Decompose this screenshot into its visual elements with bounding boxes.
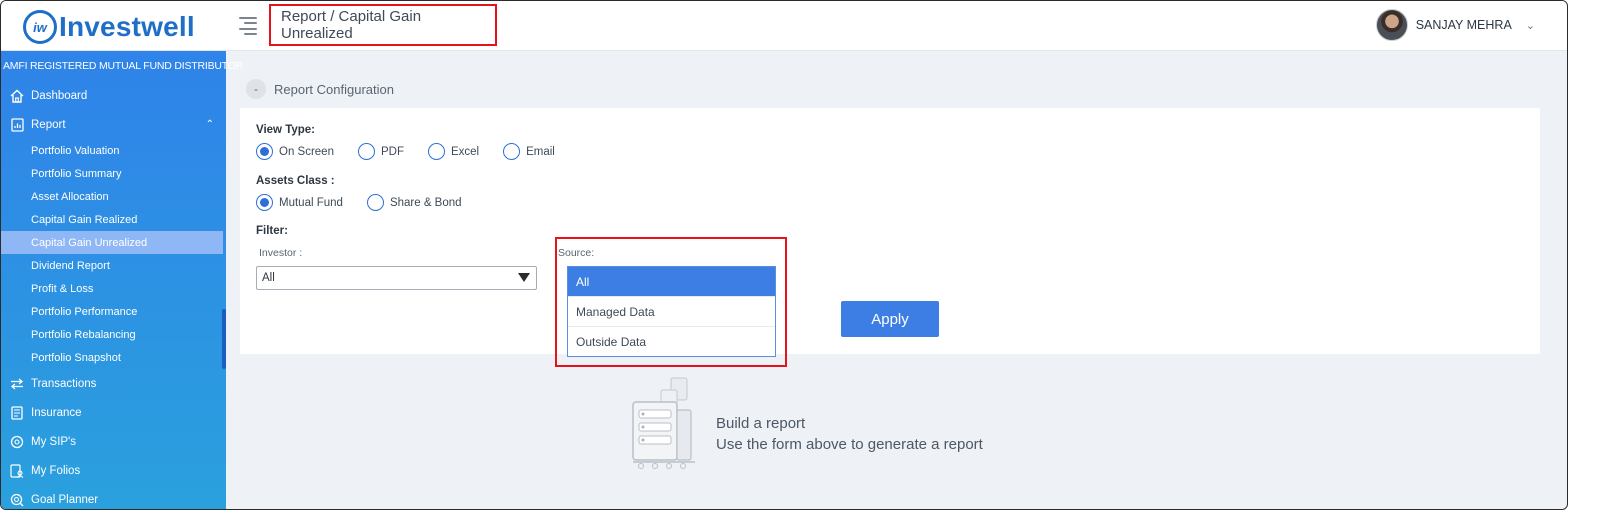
brand-logo[interactable]: iw Investwell (23, 10, 195, 44)
sidebar-item-transactions[interactable]: Transactions (1, 369, 226, 398)
report-config-header[interactable]: - Report Configuration (246, 79, 394, 99)
sidebar: AMFI REGISTERED MUTUAL FUND DISTRIBUTOR … (1, 51, 244, 509)
assets-class-label: Assets Class : (256, 175, 335, 187)
sip-cycle-icon (9, 434, 25, 450)
investor-select-value: All (262, 272, 275, 284)
brand-name: Investwell (59, 11, 195, 42)
report-icon (9, 117, 25, 133)
source-option-all[interactable]: All (568, 267, 775, 297)
sidebar-subitem-portfolio-summary[interactable]: Portfolio Summary (1, 162, 226, 185)
sidebar-subitem-portfolio-rebalancing[interactable]: Portfolio Rebalancing (1, 323, 226, 346)
empty-state-text: Build a report Use the form above to gen… (716, 413, 983, 455)
user-menu[interactable]: SANJAY MEHRA ⌄ (1375, 9, 1535, 41)
assets-class-group: Mutual Fund Share & Bond (256, 194, 486, 211)
top-header: iw Investwell Report / Capital Gain Unre… (1, 1, 1567, 51)
radio-email[interactable]: Email (503, 143, 555, 160)
logo-badge-icon: iw (23, 10, 57, 44)
sidebar-item-report[interactable]: Report ⌃ (1, 110, 226, 139)
sidebar-subitem-capital-gain-unrealized[interactable]: Capital Gain Unrealized (1, 231, 223, 254)
source-option-managed-data[interactable]: Managed Data (568, 297, 775, 327)
sidebar-item-insurance[interactable]: Insurance (1, 398, 226, 427)
radio-share-bond[interactable]: Share & Bond (366, 194, 462, 211)
sidebar-item-label: Insurance (31, 406, 82, 419)
radio-unselected-icon[interactable] (366, 194, 384, 211)
empty-state-subtitle: Use the form above to generate a report (716, 436, 983, 453)
goal-target-icon (9, 492, 25, 508)
apply-button[interactable]: Apply (841, 301, 939, 337)
sidebar-item-label: Goal Planner (31, 493, 99, 506)
radio-on-screen[interactable]: On Screen (256, 143, 334, 160)
radio-unselected-icon[interactable] (503, 143, 521, 160)
user-name[interactable]: SANJAY MEHRA (1416, 18, 1512, 32)
sidebar-subitem-portfolio-snapshot[interactable]: Portfolio Snapshot (1, 346, 226, 369)
radio-unselected-icon[interactable] (357, 143, 375, 160)
investor-select[interactable]: All (256, 266, 537, 290)
view-type-group: On Screen PDF Excel Email (256, 143, 579, 160)
radio-label: On Screen (279, 145, 334, 158)
sidebar-subitem-portfolio-valuation[interactable]: Portfolio Valuation (1, 139, 226, 162)
sidebar-item-label: Dashboard (31, 89, 88, 102)
collapse-toggle-icon[interactable]: - (246, 79, 266, 99)
radio-pdf[interactable]: PDF (357, 143, 404, 160)
radio-label: PDF (380, 145, 404, 158)
dropdown-arrow-icon[interactable] (518, 273, 530, 282)
sidebar-subitem-profit-loss[interactable]: Profit & Loss (1, 277, 226, 300)
insurance-document-icon (9, 405, 25, 421)
radio-label: Excel (450, 145, 480, 158)
avatar[interactable] (1375, 9, 1408, 41)
investor-label: Investor : (259, 247, 303, 259)
sidebar-subitem-capital-gain-realized[interactable]: Capital Gain Realized (1, 208, 226, 231)
sidebar-item-label: My SIP's (31, 435, 77, 448)
breadcrumb: Report / Capital Gain Unrealized (269, 4, 497, 46)
radio-mutual-fund[interactable]: Mutual Fund (256, 194, 343, 211)
sidebar-item-label: Report (31, 118, 66, 131)
menu-toggle-icon[interactable] (239, 15, 259, 37)
chevron-up-icon[interactable]: ⌃ (206, 119, 214, 130)
radio-label: Share & Bond (389, 196, 462, 209)
sidebar-tagline: AMFI REGISTERED MUTUAL FUND DISTRIBUTOR (3, 60, 244, 72)
radio-label: Email (526, 145, 555, 158)
filter-label: Filter: (256, 225, 288, 237)
radio-selected-icon[interactable] (256, 194, 273, 211)
report-config-title: Report Configuration (274, 81, 394, 97)
sidebar-subitem-dividend-report[interactable]: Dividend Report (1, 254, 226, 277)
app-window: iw Investwell Report / Capital Gain Unre… (0, 0, 1568, 510)
view-type-label: View Type: (256, 124, 316, 136)
sidebar-item-my-folios[interactable]: My Folios (1, 456, 226, 485)
sidebar-subitem-portfolio-performance[interactable]: Portfolio Performance (1, 300, 226, 323)
sidebar-subitem-asset-allocation[interactable]: Asset Allocation (1, 185, 226, 208)
radio-unselected-icon[interactable] (427, 143, 445, 160)
sidebar-item-my-sips[interactable]: My SIP's (1, 427, 226, 456)
source-dropdown[interactable]: All Managed Data Outside Data (567, 266, 776, 357)
sidebar-item-dashboard[interactable]: Dashboard (1, 81, 226, 110)
sidebar-item-label: Transactions (31, 377, 97, 390)
radio-label: Mutual Fund (279, 196, 343, 209)
report-config-card: View Type: On Screen PDF Excel Email Ass… (240, 108, 1540, 367)
chevron-down-icon[interactable]: ⌄ (1526, 19, 1535, 32)
server-report-icon (632, 377, 695, 469)
breadcrumb-text: Report / Capital Gain Unrealized (281, 8, 422, 42)
home-icon (9, 88, 25, 104)
empty-state-illustration (631, 376, 701, 471)
main-content: - Report Configuration View Type: On Scr… (226, 51, 1567, 509)
empty-state-title: Build a report (716, 415, 806, 432)
radio-selected-icon[interactable] (256, 143, 273, 160)
transfer-arrows-icon (9, 376, 25, 392)
source-option-outside-data[interactable]: Outside Data (568, 327, 775, 357)
sidebar-item-goal-planner[interactable]: Goal Planner (1, 485, 226, 509)
source-label: Source: (558, 247, 595, 259)
sidebar-item-label: My Folios (31, 464, 81, 477)
folio-user-icon (9, 463, 25, 479)
radio-excel[interactable]: Excel (427, 143, 480, 160)
